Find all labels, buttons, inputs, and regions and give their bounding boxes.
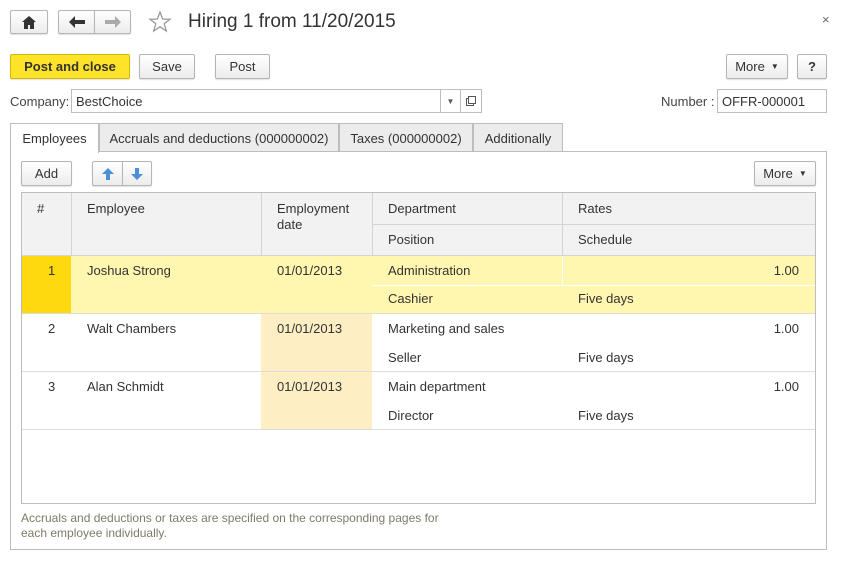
tab-additionally[interactable]: Additionally [473, 123, 563, 152]
post-button[interactable]: Post [215, 54, 270, 79]
employment-date: 01/01/2013 [277, 321, 343, 336]
dropdown-triangle-icon: ▼ [770, 62, 779, 71]
move-down-button[interactable] [122, 161, 152, 186]
open-window-icon [466, 96, 476, 106]
column-header-number[interactable]: # [37, 201, 44, 216]
tab-accruals-and-deductions[interactable]: Accruals and deductions (000000002) [99, 123, 339, 152]
column-header-department[interactable]: Department [388, 201, 456, 216]
back-button[interactable] [58, 10, 94, 34]
home-button[interactable] [10, 10, 48, 34]
tab-taxes[interactable]: Taxes (000000002) [339, 123, 473, 152]
department: Administration [388, 263, 471, 278]
employment-date: 01/01/2013 [277, 379, 343, 394]
arrow-left-icon [68, 16, 85, 28]
more-actions-button[interactable]: More ▼ [726, 54, 788, 79]
company-field[interactable]: BestChoice [71, 89, 441, 113]
employees-table[interactable]: # Employee Employment date Department Po… [21, 192, 816, 504]
home-icon [22, 15, 36, 29]
employment-date: 01/01/2013 [277, 263, 343, 278]
dropdown-triangle-icon: ▼ [446, 96, 455, 106]
row-number-cell-selected [22, 256, 71, 314]
company-label: Company: [10, 94, 70, 109]
arrow-right-icon [104, 16, 121, 28]
company-value: BestChoice [76, 93, 143, 109]
column-header-employee[interactable]: Employee [87, 201, 145, 216]
table-more-label: More [763, 166, 793, 181]
company-dropdown-button[interactable]: ▼ [440, 89, 461, 113]
rate: 1.00 [773, 379, 799, 394]
column-header-rates[interactable]: Rates [578, 201, 612, 216]
row-number: 1 [48, 263, 56, 278]
department: Main department [388, 379, 486, 394]
table-more-button[interactable]: More ▼ [754, 161, 816, 186]
add-button[interactable]: Add [21, 161, 72, 186]
rate: 1.00 [773, 321, 799, 336]
position: Cashier [388, 291, 433, 306]
schedule: Five days [578, 408, 634, 423]
employee-name: Walt Chambers [87, 321, 177, 336]
post-and-close-button[interactable]: Post and close [10, 54, 130, 79]
company-open-button[interactable] [460, 89, 482, 113]
number-value: OFFR-000001 [722, 93, 806, 109]
schedule: Five days [578, 350, 634, 365]
row-number: 3 [48, 379, 56, 394]
employee-name: Alan Schmidt [87, 379, 164, 394]
help-button[interactable]: ? [797, 54, 827, 79]
department: Marketing and sales [388, 321, 505, 336]
column-header-employment-date[interactable]: Employment date [277, 201, 362, 233]
rate: 1.00 [773, 263, 799, 278]
row-number: 2 [48, 321, 56, 336]
page-title: Hiring 1 from 11/20/2015 [188, 11, 396, 32]
employee-name: Joshua Strong [87, 263, 171, 278]
arrow-up-icon [101, 167, 114, 180]
forward-button[interactable] [94, 10, 131, 34]
position: Seller [388, 350, 422, 365]
favorite-star-icon[interactable] [148, 10, 172, 34]
schedule: Five days [578, 291, 634, 306]
save-button[interactable]: Save [139, 54, 195, 79]
info-note: Accruals and deductions or taxes are spe… [21, 511, 439, 540]
more-label: More [735, 59, 765, 74]
close-icon[interactable]: × [822, 12, 830, 27]
number-label: Number : [661, 94, 715, 109]
move-up-button[interactable] [92, 161, 122, 186]
tab-employees[interactable]: Employees [10, 123, 99, 153]
position: Director [388, 408, 434, 423]
dropdown-triangle-icon: ▼ [798, 169, 807, 178]
column-header-schedule[interactable]: Schedule [578, 232, 632, 247]
arrow-down-icon [131, 167, 143, 180]
number-field[interactable]: OFFR-000001 [717, 89, 827, 113]
column-header-position[interactable]: Position [388, 232, 434, 247]
